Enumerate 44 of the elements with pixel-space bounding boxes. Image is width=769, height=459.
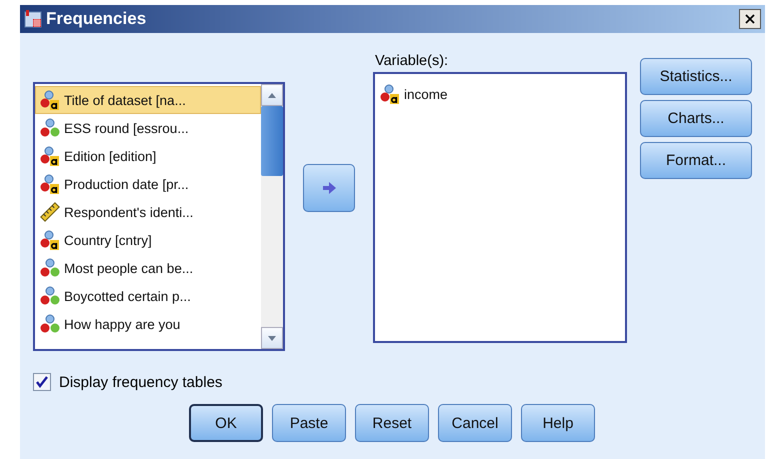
check-icon xyxy=(36,376,48,388)
variable-item[interactable]: ESS round [essrou... xyxy=(35,114,261,142)
variable-item[interactable]: Boycotted certain p... xyxy=(35,282,261,310)
variable-item[interactable]: Title of dataset [na... xyxy=(35,86,261,114)
dialog-button[interactable]: Help xyxy=(521,404,595,442)
nominal-variable-icon xyxy=(40,314,60,334)
scrollbar[interactable] xyxy=(261,84,283,349)
right-arrow-icon xyxy=(321,180,337,196)
close-icon xyxy=(745,14,755,24)
string-variable-icon xyxy=(40,174,60,194)
variable-item[interactable]: How happy are you xyxy=(35,310,261,338)
dialog-button[interactable]: Statistics... xyxy=(640,58,752,95)
checkbox[interactable] xyxy=(33,373,51,391)
dialog-button[interactable]: OK xyxy=(189,404,263,442)
scroll-up-button[interactable] xyxy=(261,84,283,106)
nominal-variable-icon xyxy=(40,258,60,278)
string-variable-icon xyxy=(40,146,60,166)
dialog-button[interactable]: Paste xyxy=(272,404,346,442)
nominal-variable-icon xyxy=(40,118,60,138)
checkbox-text: Display frequency tables xyxy=(59,374,222,390)
app-icon xyxy=(24,10,42,28)
variable-item[interactable]: Edition [edition] xyxy=(35,142,261,170)
scroll-down-button[interactable] xyxy=(261,327,283,349)
checkbox-label[interactable]: Display frequency tables xyxy=(33,373,752,391)
up-arrow-icon xyxy=(268,92,276,98)
string-variable-icon xyxy=(40,230,60,250)
dialog-button[interactable]: Cancel xyxy=(438,404,512,442)
dialog-button[interactable]: Charts... xyxy=(640,100,752,137)
variable-item[interactable]: Most people can be... xyxy=(35,254,261,282)
down-arrow-icon xyxy=(268,336,276,340)
close-button[interactable] xyxy=(739,9,761,29)
string-variable-icon xyxy=(40,90,60,110)
string-variable-icon xyxy=(380,84,400,104)
move-button[interactable] xyxy=(303,164,355,212)
variable-item[interactable]: Country [cntry] xyxy=(35,226,261,254)
dialog-button[interactable]: Format... xyxy=(640,142,752,179)
variable-item[interactable]: Production date [pr... xyxy=(35,170,261,198)
variable-item[interactable]: income xyxy=(375,80,625,108)
window-title: Frequencies xyxy=(46,9,148,29)
nominal-variable-icon xyxy=(40,286,60,306)
scroll-thumb[interactable] xyxy=(261,106,283,176)
variables-label: Variable(s): xyxy=(374,53,450,69)
variable-item[interactable]: Respondent's identi... xyxy=(35,198,261,226)
dialog-button[interactable]: Reset xyxy=(355,404,429,442)
